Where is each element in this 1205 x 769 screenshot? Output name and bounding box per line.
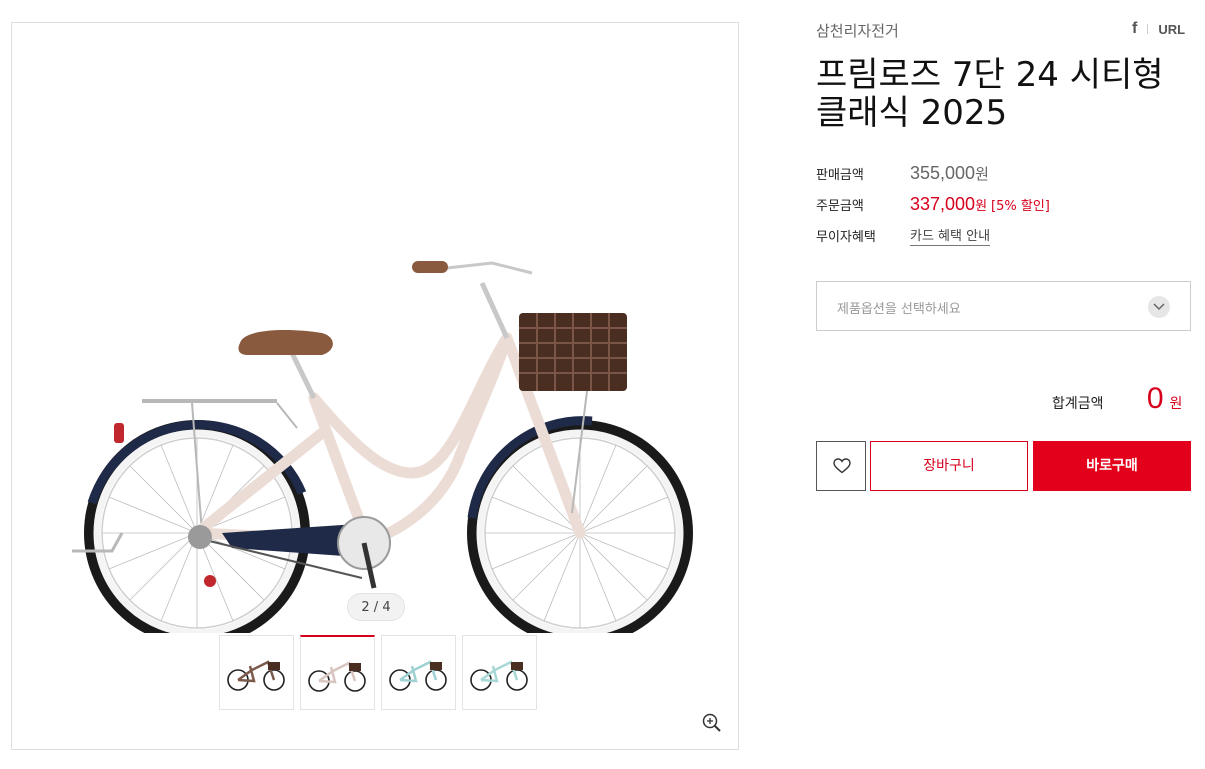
copy-url-link[interactable]: URL [1158, 22, 1185, 37]
product-gallery: 2 / 4 [11, 22, 739, 750]
order-price: 337,000원 [910, 194, 987, 215]
order-price-value: 337,000 [910, 194, 976, 214]
option-select[interactable]: 제품옵션을 선택하세요 [816, 281, 1191, 331]
benefit-label: 무이자혜택 [816, 230, 876, 245]
order-price-unit: 원 [975, 198, 988, 213]
zoom-button[interactable] [702, 713, 722, 737]
bicycle-thumbnail-icon [227, 660, 285, 691]
benefit-row: 무이자혜택 카드 혜택 안내 [816, 220, 1050, 251]
thumbnail-mint[interactable] [381, 635, 456, 710]
brand-name: 삼천리자전거 [816, 22, 899, 40]
sale-price: 355,000원 [910, 163, 989, 184]
bicycle-thumbnail-icon [389, 660, 447, 691]
bicycle-thumbnail-icon [470, 660, 528, 691]
total-label: 합계금액 [1052, 396, 1104, 412]
total-unit: 원 [1169, 396, 1183, 412]
sale-price-unit: 원 [975, 166, 989, 183]
bicycle-image [72, 261, 693, 646]
card-benefit-link[interactable]: 카드 혜택 안내 [910, 225, 991, 246]
sale-price-row: 판매금액 355,000원 [816, 158, 1050, 189]
chevron-down-icon [1148, 296, 1170, 318]
thumbnail-brown[interactable] [219, 635, 294, 710]
sale-price-value: 355,000 [910, 163, 976, 183]
sale-price-label: 판매금액 [816, 168, 864, 183]
price-info: 판매금액 355,000원 주문금액 337,000원 [5% 할인] 무이자혜… [816, 158, 1050, 251]
discount-badge: [5% 할인] [991, 199, 1050, 214]
total-price: 합계금액 0 원 [1052, 382, 1182, 416]
buy-now-button[interactable]: 바로구매 [1033, 441, 1191, 491]
bicycle-thumbnail-icon [308, 661, 366, 692]
total-value: 0 [1146, 382, 1164, 415]
image-counter: 2 / 4 [347, 593, 405, 621]
thumbnail-mint-light[interactable] [462, 635, 537, 710]
add-to-cart-button[interactable]: 장바구니 [870, 441, 1028, 491]
order-price-row: 주문금액 337,000원 [5% 할인] [816, 189, 1050, 220]
thumbnail-pink[interactable] [300, 635, 375, 710]
thumbnail-strip [219, 635, 537, 710]
wishlist-button[interactable] [816, 441, 866, 491]
divider [1147, 24, 1149, 34]
product-main-image[interactable] [52, 233, 712, 646]
product-title: 프림로즈 7단 24 시티형 클래식 2025 [816, 55, 1164, 133]
share-links: f URL [1132, 20, 1185, 38]
order-price-label: 주문금액 [816, 199, 864, 214]
heart-icon [833, 458, 851, 474]
facebook-icon[interactable]: f [1132, 20, 1137, 38]
zoom-in-icon [702, 713, 721, 732]
option-placeholder: 제품옵션을 선택하세요 [837, 302, 961, 317]
